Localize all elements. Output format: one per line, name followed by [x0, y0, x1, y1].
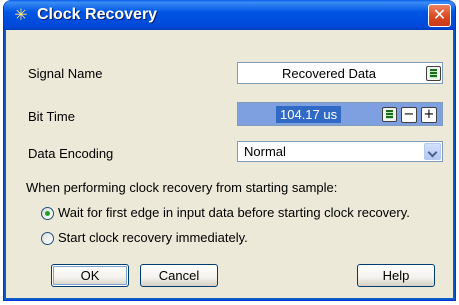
radio-button[interactable]: [41, 207, 54, 220]
bit-time-field[interactable]: 104.17 us − +: [237, 102, 443, 126]
title-bar[interactable]: ✳ Clock Recovery ✕: [4, 0, 455, 30]
data-encoding-select[interactable]: Normal: [237, 141, 443, 162]
signal-name-field[interactable]: Recovered Data: [237, 62, 443, 84]
signal-name-label: Signal Name: [28, 66, 103, 81]
wait-for-edge-label[interactable]: Wait for first edge in input data before…: [58, 205, 410, 220]
chevron-down-icon[interactable]: [424, 143, 441, 160]
window-title: Clock Recovery: [37, 6, 158, 23]
close-button[interactable]: ✕: [428, 4, 451, 27]
recovery-prompt: When performing clock recovery from star…: [26, 180, 338, 195]
decrement-button[interactable]: −: [401, 107, 417, 123]
data-encoding-value: Normal: [244, 144, 286, 159]
cancel-button[interactable]: Cancel: [140, 264, 218, 287]
help-button[interactable]: Help: [357, 264, 435, 287]
bit-time-label: Bit Time: [28, 109, 75, 124]
calculator-icon[interactable]: [382, 107, 397, 122]
clock-recovery-dialog: ✳ Clock Recovery ✕ Signal Name Recovered…: [3, 0, 456, 301]
calculator-icon[interactable]: [426, 66, 441, 81]
data-encoding-label: Data Encoding: [28, 146, 114, 161]
increment-button[interactable]: +: [421, 107, 437, 123]
signal-name-value: Recovered Data: [282, 66, 376, 81]
start-immediately-label[interactable]: Start clock recovery immediately.: [58, 230, 248, 245]
radio-button[interactable]: [41, 232, 54, 245]
bit-time-value: 104.17 us: [276, 106, 342, 123]
ok-button[interactable]: OK: [51, 264, 129, 287]
sparkle-icon: ✳: [14, 5, 28, 24]
